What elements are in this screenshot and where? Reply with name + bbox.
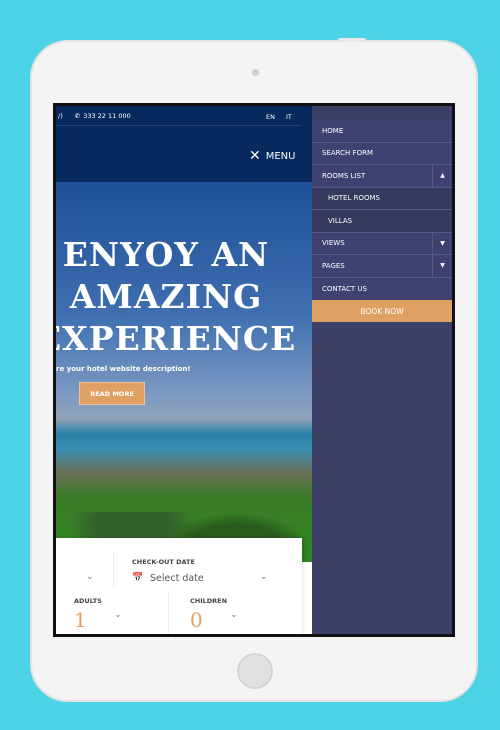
- menu-item-home[interactable]: HOME: [312, 120, 452, 143]
- hero-title: ENYOY AN AMAZING EXPERIENCE: [56, 235, 297, 358]
- close-icon: ✕: [249, 148, 261, 164]
- menu-item-pages[interactable]: PAGES ▼: [312, 255, 452, 278]
- menu-item-search-form[interactable]: SEARCH FORM: [312, 142, 452, 165]
- home-button[interactable]: [237, 653, 273, 689]
- camera-icon: [252, 69, 259, 76]
- children-label: CHILDREN: [190, 597, 228, 605]
- chevron-down-icon[interactable]: ⌄: [230, 610, 238, 620]
- chevron-down-icon[interactable]: ⌄: [260, 572, 268, 582]
- website: /) ✆ 333 22 11 000 EN IT ✕ MENU ENYOY AN…: [56, 106, 312, 634]
- menu-item-contact-us[interactable]: CONTACT US: [312, 277, 452, 300]
- phone-number[interactable]: 333 22 11 000: [83, 112, 131, 120]
- side-menu: HOME SEARCH FORM ROOMS LIST ▲ HOTEL ROOMS…: [312, 106, 452, 634]
- checkout-date-input[interactable]: Select date: [150, 573, 204, 584]
- menu-item-villas[interactable]: VILLAS: [312, 210, 452, 233]
- menu-item-views[interactable]: VIEWS ▼: [312, 232, 452, 255]
- calendar-icon: 📅: [132, 573, 144, 583]
- lang-it[interactable]: IT: [286, 113, 292, 121]
- adults-select[interactable]: 1: [74, 608, 87, 632]
- menu-toggle-button[interactable]: ✕ MENU: [249, 148, 295, 164]
- book-now-button[interactable]: BOOK NOW: [312, 300, 452, 322]
- top-bar: /) ✆ 333 22 11 000: [56, 106, 301, 126]
- chevron-down-icon[interactable]: ▼: [432, 255, 452, 277]
- chevron-down-icon[interactable]: ⌄: [86, 572, 94, 582]
- chevron-down-icon[interactable]: ▼: [432, 232, 452, 254]
- chevron-down-icon[interactable]: ⌄: [114, 610, 122, 620]
- adults-label: ADULTS: [74, 597, 102, 605]
- read-more-button[interactable]: READ MORE: [79, 382, 145, 405]
- tablet-screen: /) ✆ 333 22 11 000 EN IT ✕ MENU ENYOY AN…: [53, 103, 455, 637]
- phone-icon: ✆: [74, 111, 81, 120]
- chevron-up-icon[interactable]: ▲: [432, 165, 452, 187]
- header: /) ✆ 333 22 11 000 EN IT ✕ MENU: [56, 106, 312, 182]
- children-select[interactable]: 0: [190, 608, 203, 632]
- menu-item-hotel-rooms[interactable]: HOTEL ROOMS: [312, 187, 452, 210]
- checkout-label: CHECK-OUT DATE: [132, 558, 195, 566]
- lang-en[interactable]: EN: [266, 113, 275, 121]
- menu-item-rooms-list[interactable]: ROOMS LIST ▲: [312, 165, 452, 188]
- hero-description: re your hotel website description!: [56, 365, 191, 373]
- booking-form: ⌄ CHECK-OUT DATE 📅 Select date ⌄ ADULTS …: [56, 538, 302, 634]
- tablet-button: [338, 38, 366, 42]
